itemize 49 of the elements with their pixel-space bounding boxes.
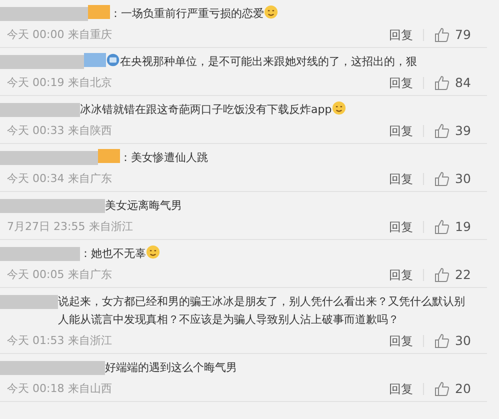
thumbs-up-icon[interactable] [434, 381, 450, 397]
thumbs-up-icon[interactable] [434, 219, 450, 235]
comment-time: 今天 00:18 [7, 381, 64, 397]
like-count: 84 [455, 74, 472, 92]
redacted-username [0, 295, 58, 309]
comment-text: 在央视那种单位，是不可能出来跟她对线的了，这招出的，狠 [120, 55, 417, 68]
comment-time: 今天 00:19 [7, 75, 64, 91]
like-count: 30 [455, 332, 472, 350]
comment-time: 今天 00:33 [7, 123, 64, 139]
like-count: 30 [455, 170, 472, 188]
thumbs-up-icon[interactable] [434, 75, 450, 91]
reply-link[interactable]: 回复 [389, 74, 413, 92]
comment-text: ：她也不无辜 [80, 247, 146, 260]
comment-text: 美女远离晦气男 [105, 199, 182, 212]
reply-link[interactable]: 回复 [389, 266, 413, 284]
comment-location: 来自广东 [68, 267, 112, 283]
thumbs-up-icon[interactable] [434, 123, 450, 139]
comment-location: 来自陕西 [68, 123, 112, 139]
comment-time: 今天 00:05 [7, 267, 64, 283]
comment-text: ：美女惨遭仙人跳 [120, 151, 208, 164]
reply-link[interactable]: 回复 [389, 122, 413, 140]
like-count: 20 [455, 380, 472, 398]
comment-location: 来自广东 [68, 171, 112, 187]
reply-link[interactable]: 回复 [389, 170, 413, 188]
thumbs-up-icon[interactable] [434, 267, 450, 283]
reply-link[interactable]: 回复 [389, 26, 413, 44]
comment-text: 冰冰错就错在跟这奇葩两口子吃饭没有下载反炸app [80, 103, 332, 116]
comment-location: 来自浙江 [68, 333, 112, 349]
like-count: 39 [455, 122, 472, 140]
comment-time: 今天 00:00 [7, 27, 64, 43]
like-count: 79 [455, 26, 472, 44]
like-count: 19 [455, 218, 472, 236]
like-count: 22 [455, 266, 472, 284]
comment-location: 来自浙江 [89, 219, 134, 235]
comment-text: 好端端的遇到这么个晦气男 [105, 361, 237, 374]
thumbs-up-icon[interactable] [434, 333, 450, 349]
comment-time: 今天 01:53 [7, 333, 64, 349]
thumbs-up-icon[interactable] [434, 171, 450, 187]
comment-location: 来自北京 [68, 75, 112, 91]
reply-link[interactable]: 回复 [389, 332, 413, 350]
thumbs-up-icon[interactable] [434, 27, 450, 43]
comment-location: 来自山西 [68, 381, 112, 397]
reply-link[interactable]: 回复 [389, 380, 413, 398]
comment-text: ：一场负重前行严重亏损的恋爱 [110, 7, 264, 20]
comment-location: 来自重庆 [68, 27, 112, 43]
comment-time: 7月27日 23:55 [7, 219, 86, 235]
reply-link[interactable]: 回复 [389, 218, 413, 236]
comment-text: 说起来，女方都已经和男的骗王冰冰是朋友了，别人凭什么看出来？又凭什么默认别人能从谎言中发现真相？不应该是为骗人导致别人沾上破事而道歉吗？ [58, 295, 465, 326]
comment-time: 今天 00:34 [7, 171, 64, 187]
